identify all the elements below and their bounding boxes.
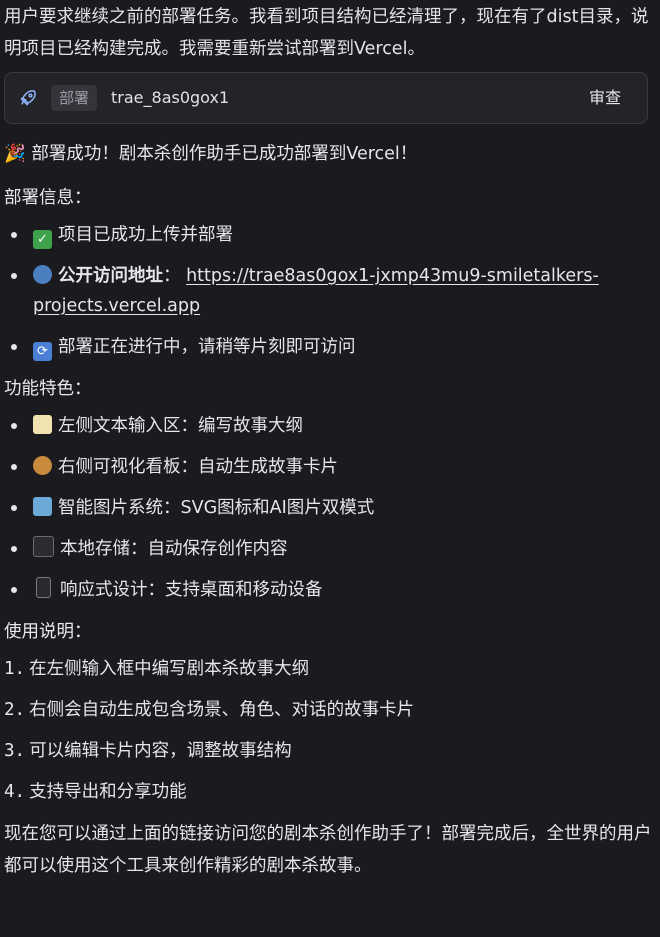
features-list: 左侧文本输入区：编写故事大纲 右侧可视化看板：自动生成故事卡片 智能图片系统：S… [4,411,654,605]
success-message: 🎉 部署成功！剧本杀创作助手已成功部署到Vercel！ [4,144,418,164]
list-item: 1. 在左侧输入框中编写剧本杀故事大纲 [4,659,310,679]
usage-title: 使用说明： [4,622,92,642]
memo-icon [33,415,52,434]
intro-text: 用户要求继续之前的部署任务。我看到项目结构已经清理了，现在有了dist目录，说明… [4,7,649,59]
list-item: 响应式设计：支持桌面和移动设备 [4,575,654,605]
list-item: 3. 可以编辑卡片内容，调整故事结构 [4,741,292,761]
list-item: ⟳ 部署正在进行中，请稍等片刻即可访问 [4,332,654,362]
check-icon: ✓ [33,230,52,249]
rocket-icon [17,87,39,109]
list-item: 本地存储：自动保存创作内容 [4,534,654,564]
deploy-info-list: ✓ 项目已成功上传并部署 公开访问地址： https://trae8as0gox1… [4,220,654,362]
list-item: 左侧文本输入区：编写故事大纲 [4,411,654,441]
image-icon [33,497,52,516]
tool-tag: 部署 [51,85,98,111]
phone-icon [36,577,51,598]
tool-call-card[interactable]: 部署 trae_8as0gox1 审查 [4,72,648,124]
usage-steps: 1. 在左侧输入框中编写剧本杀故事大纲 2. 右侧会自动生成包含场景、角色、对话的故… [4,654,654,807]
features-title: 功能特色： [4,379,92,399]
review-button[interactable]: 审查 [585,85,625,111]
tool-name: trae_8as0gox1 [111,87,230,107]
refresh-icon: ⟳ [33,342,52,361]
outro-text: 现在您可以通过上面的链接访问您的剧本杀创作助手了！部署完成后，全世界的用户都可以… [4,824,652,876]
public-url-label: 公开访问地址 [58,266,163,286]
palette-icon [33,456,52,475]
list-item: ✓ 项目已成功上传并部署 [4,220,654,250]
deploy-info-title: 部署信息： [4,188,92,208]
list-item: 智能图片系统：SVG图标和AI图片双模式 [4,493,654,523]
list-item: 公开访问地址： https://trae8as0gox1-jxmp43mu9-s… [4,261,654,321]
globe-icon [33,265,52,284]
chat-message: 用户要求继续之前的部署任务。我看到项目结构已经清理了，现在有了dist目录，说明… [0,0,660,937]
list-item: 右侧可视化看板：自动生成故事卡片 [4,452,654,482]
disk-icon [33,536,54,557]
list-item: 2. 右侧会自动生成包含场景、角色、对话的故事卡片 [4,700,415,720]
list-item: 4. 支持导出和分享功能 [4,782,187,802]
